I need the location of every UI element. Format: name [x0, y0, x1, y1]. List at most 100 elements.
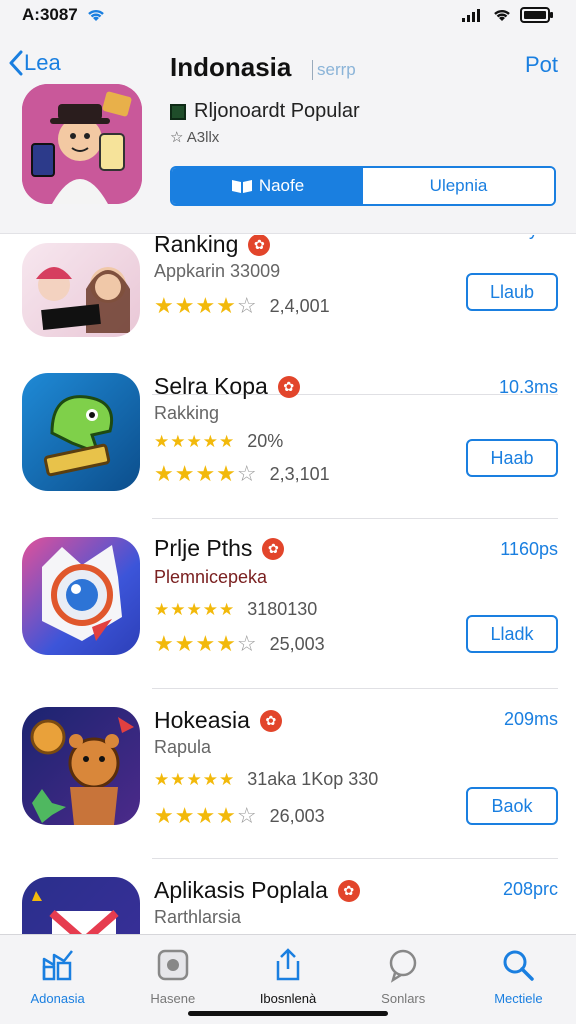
rating-count: 25,003: [269, 633, 325, 654]
characters-icon: [36, 267, 130, 333]
tab-featured[interactable]: Adonasia: [0, 935, 115, 1024]
segment-second-label: Ulepnia: [429, 176, 488, 195]
segment-second[interactable]: Ulepnia: [363, 168, 554, 204]
app-name: Aplikasis Poplala ✿: [154, 877, 360, 904]
app-subtitle: Rakking: [154, 403, 220, 423]
get-button[interactable]: Baok: [466, 787, 558, 825]
hero-meta: Rljonoardt Popular: [170, 100, 360, 123]
rating-line: ★★★★☆ 2,3,101: [154, 461, 330, 487]
app-icon: [22, 373, 140, 491]
get-button[interactable]: Llaub: [466, 273, 558, 311]
segment-first[interactable]: Naofe: [172, 168, 363, 204]
rating-extra: 3180130: [247, 599, 318, 619]
app-size: 10.3ms: [498, 377, 558, 397]
app-size: 100yno: [499, 235, 558, 240]
app-size: 209ms: [503, 709, 558, 729]
rating-line: ★★★★☆ 25,003: [154, 631, 325, 657]
rating-count: 26,003: [269, 805, 325, 826]
header: Lea Indonasia serrp Pot Rljonoardt Popul…: [0, 30, 576, 234]
featured-icon: [38, 945, 78, 985]
tab-label: Ibosnlenà: [259, 991, 317, 1006]
star-rating-icon: ★★★★☆: [154, 461, 258, 486]
award-badge-icon: ✿: [259, 709, 282, 732]
star-rating-icon: ★★★★☆: [154, 631, 258, 656]
app-icon: [22, 707, 140, 825]
get-button[interactable]: Haab: [466, 439, 558, 477]
award-badge-icon: ✿: [277, 375, 300, 398]
get-button[interactable]: Lladk: [466, 615, 558, 653]
hero-app-icon[interactable]: [22, 84, 142, 204]
list-item[interactable]: Prlje Pths ✿ Plemnicepeka ★★★★★ 3180130 …: [0, 519, 576, 689]
wifi-icon: [87, 9, 104, 21]
rating-extra: 31aka 1Kop 330: [247, 769, 379, 789]
segmented-control: Naofe Ulepnia: [170, 166, 556, 206]
page-title: Indonasia: [170, 52, 292, 82]
award-badge-icon: ✿: [337, 879, 360, 902]
book-icon: [231, 180, 252, 193]
app-name: Prlje Pths ✿: [154, 535, 285, 562]
tab-label: Adonasia: [30, 991, 85, 1006]
app-name: Selra Kopa ✿: [154, 373, 300, 400]
app-size: 208prc: [502, 879, 558, 899]
app-subtitle: Appkarin 33009: [154, 261, 281, 281]
tab-bar: Adonasia Hasene Ibosnlenà Sonlars Mectie…: [0, 934, 576, 1024]
rating-extra: 20%: [247, 431, 284, 451]
star-rating-icon: ★★★★★: [154, 769, 236, 789]
rating-line-secondary: ★★★★★ 3180130: [154, 599, 317, 620]
app-name-text: Hokeasia: [154, 707, 250, 733]
star-rating-icon: ★★★★☆: [154, 293, 258, 318]
signal-icon: [462, 9, 480, 22]
list-item[interactable]: Selra Kopa ✿ Rakking ★★★★★ 20% ★★★★☆ 2,3…: [0, 349, 576, 519]
app-name: Ranking ✿: [154, 235, 271, 258]
chat-icon: [383, 945, 423, 985]
back-button[interactable]: Lea: [8, 50, 61, 76]
app-icon: [22, 877, 140, 935]
mail-icon: [32, 891, 119, 935]
page-subtitle: serrp: [312, 60, 356, 80]
tab-search[interactable]: Mectiele: [461, 935, 576, 1024]
chevron-left-icon: [9, 50, 23, 76]
rating-count: 2,4,001: [269, 295, 330, 316]
nav-right-button[interactable]: Pot: [525, 52, 558, 78]
rating-line: ★★★★☆ 26,003: [154, 803, 325, 829]
app-icon: [22, 243, 140, 337]
award-badge-icon: ✿: [262, 537, 285, 560]
avatar-illustration-icon: [22, 84, 142, 204]
hero-meta-text: Rljonoardt Popular: [194, 100, 360, 122]
category-icon: [170, 103, 186, 120]
rating-count: 2,3,101: [269, 463, 330, 484]
camera-lens-icon: [42, 545, 122, 641]
status-bar: A:3087: [0, 0, 576, 30]
wifi-status-icon: [494, 9, 510, 21]
camera-icon: [153, 945, 193, 985]
list-item[interactable]: Hokeasia ✿ Rapula ★★★★★ 31aka 1Kop 330 ★…: [0, 689, 576, 859]
app-icon: [22, 537, 140, 655]
share-icon: [268, 945, 308, 985]
battery-icon: [520, 7, 553, 23]
star-rating-icon: ★★★★★: [154, 599, 236, 619]
app-subtitle: Plemnicepeka: [154, 567, 268, 587]
app-name-text: Prlje Pths: [154, 535, 253, 561]
creature-icon: [43, 395, 113, 477]
award-badge-icon: ✿: [248, 235, 271, 256]
search-icon: [498, 945, 538, 985]
app-subtitle: Rapula: [154, 737, 212, 757]
app-name-text: Aplikasis Poplala: [154, 877, 328, 903]
tab-label: Hasene: [150, 991, 196, 1006]
segment-first-label: Naofe: [258, 176, 305, 195]
hero-rating: ☆ A3llx: [170, 129, 220, 146]
tab-label: Sonlars: [381, 991, 426, 1006]
app-list: Ranking ✿ Appkarin 33009 ★★★★☆ 2,4,001 1…: [0, 235, 576, 935]
rating-line-secondary: ★★★★★ 20%: [154, 431, 283, 452]
rating-line: ★★★★☆ 2,4,001: [154, 293, 330, 319]
app-name: Hokeasia ✿: [154, 707, 282, 734]
list-item[interactable]: Aplikasis Poplala ✿ Rarthlarsia 208prc: [0, 859, 576, 935]
star-rating-icon: ★★★★☆: [154, 803, 258, 828]
app-name-text: Ranking: [154, 235, 239, 257]
tab-label: Mectiele: [494, 991, 543, 1006]
home-indicator: [188, 1011, 388, 1016]
app-size: 1160ps: [500, 539, 558, 559]
bear-character-icon: [30, 717, 134, 825]
status-time: A:3087: [22, 5, 78, 24]
star-rating-icon: ★★★★★: [154, 431, 236, 451]
